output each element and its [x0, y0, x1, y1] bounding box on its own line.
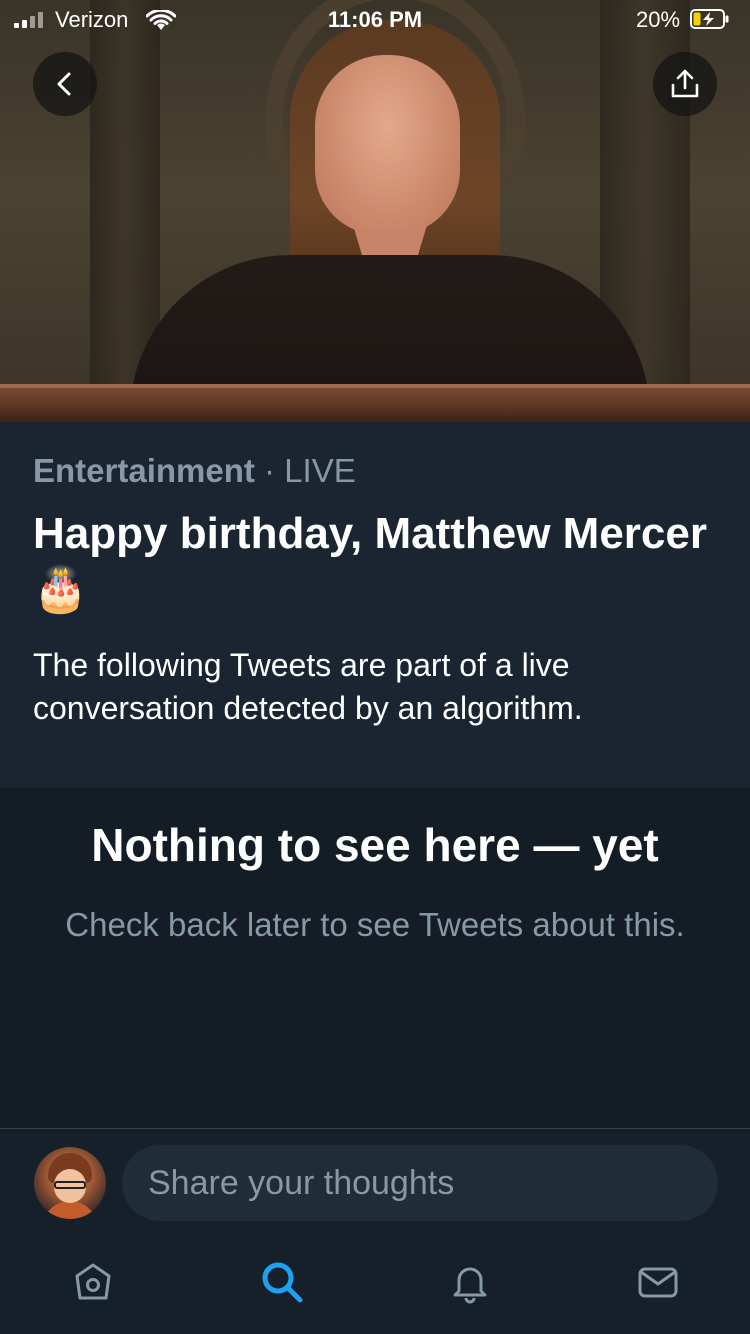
search-icon [262, 1262, 303, 1303]
compose-bar [0, 1128, 750, 1237]
empty-state-subtitle: Check back later to see Tweets about thi… [65, 906, 685, 943]
tab-messages[interactable] [634, 1258, 682, 1306]
empty-state: Nothing to see here — yet Check back lat… [0, 788, 750, 1128]
event-hero-image [0, 0, 750, 422]
bottom-tab-bar [0, 1236, 750, 1334]
battery-charging-icon [690, 9, 729, 29]
tab-home[interactable] [69, 1258, 117, 1306]
event-category[interactable]: Entertainment [33, 452, 255, 489]
event-header: Entertainment · LIVE Happy birthday, Mat… [0, 422, 750, 788]
birthday-cake-emoji: 🎂 [33, 565, 88, 614]
back-button[interactable] [33, 52, 97, 116]
chevron-left-icon [57, 72, 71, 96]
envelope-icon [638, 1267, 678, 1298]
category-separator: · [254, 452, 285, 489]
empty-state-title: Nothing to see here — yet [91, 819, 659, 871]
event-category-line: Entertainment · LIVE [33, 452, 356, 490]
user-avatar[interactable] [34, 1147, 106, 1219]
share-thoughts-input[interactable] [122, 1145, 718, 1221]
event-title-text: Happy birthday, Matthew Mercer [33, 509, 707, 558]
bell-icon [453, 1267, 487, 1304]
tab-notifications[interactable] [446, 1258, 494, 1306]
tab-search[interactable] [258, 1258, 306, 1306]
status-bar: Verizon 11:06 PM 20% [0, 0, 750, 40]
battery-percent: 20% [636, 7, 681, 32]
share-upload-icon [671, 69, 699, 98]
home-icon [75, 1263, 111, 1300]
event-title: Happy birthday, Matthew Mercer 🎂 [33, 506, 713, 618]
event-description: The following Tweets are part of a live … [33, 647, 583, 726]
live-label: LIVE [284, 452, 356, 489]
share-button[interactable] [653, 52, 717, 116]
